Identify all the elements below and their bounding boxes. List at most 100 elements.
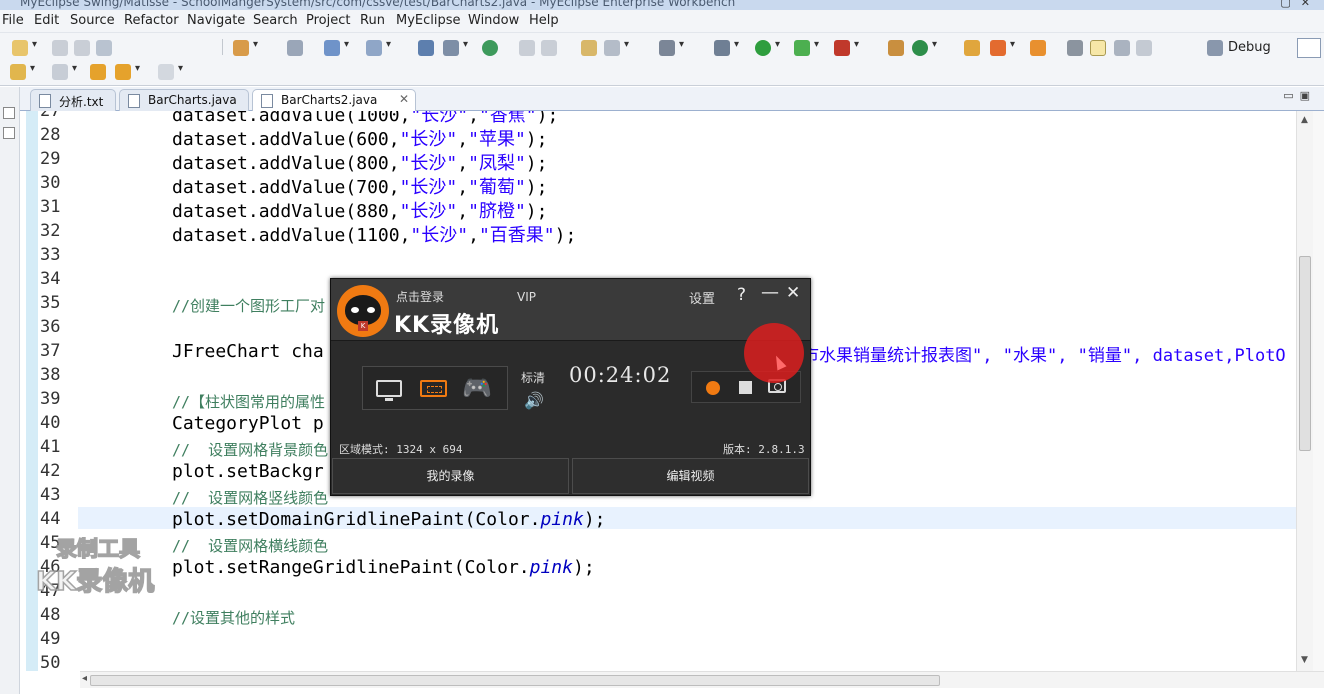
restore-icon[interactable] xyxy=(3,107,15,119)
code-line[interactable]: CategoryPlot p xyxy=(172,413,324,434)
vip-badge[interactable]: VIP xyxy=(517,290,536,304)
code-line[interactable]: dataset.addValue(700,"长沙","葡萄"); xyxy=(172,173,547,199)
code-line[interactable]: dataset.addValue(600,"长沙","苹果"); xyxy=(172,125,547,151)
code-line-tail[interactable]: 市水果销量统计报表图", "水果", "销量", dataset,PlotO xyxy=(802,341,1286,366)
new-icon[interactable] xyxy=(12,39,37,56)
code-comment[interactable]: //【柱状图常用的属性 xyxy=(172,391,325,412)
back-history-icon[interactable] xyxy=(519,40,535,56)
hscroll-thumb[interactable] xyxy=(90,675,940,686)
report-icon[interactable] xyxy=(581,40,597,56)
window-controls[interactable]: ▢✕ xyxy=(1280,0,1320,9)
db-icon[interactable] xyxy=(443,39,468,56)
snapshot-icon[interactable] xyxy=(659,39,684,56)
forward-history-icon[interactable] xyxy=(541,40,557,56)
help-icon[interactable]: ? xyxy=(737,285,746,305)
code-line[interactable]: dataset.addValue(880,"长沙","脐橙"); xyxy=(172,197,547,223)
external-tools-icon[interactable] xyxy=(834,39,859,56)
next-annotation-icon[interactable] xyxy=(10,63,35,80)
speaker-icon[interactable]: 🔊 xyxy=(524,391,544,410)
debug-perspective[interactable]: Debug xyxy=(1228,40,1271,55)
perspective-button[interactable] xyxy=(1297,38,1321,58)
scroll-up-icon[interactable]: ▲ xyxy=(1301,115,1308,125)
code-line[interactable]: plot.setRangeGridlinePaint(Color.pink); xyxy=(172,557,595,578)
open-type-icon[interactable] xyxy=(418,40,434,56)
login-link[interactable]: 点击登录 xyxy=(396,288,444,305)
tools-icon[interactable] xyxy=(1067,40,1083,56)
code-comment[interactable]: // 设置网格横线颜色 xyxy=(172,535,328,556)
fullscreen-mode-icon[interactable] xyxy=(376,380,402,401)
code-comment[interactable]: // 设置网格背景颜色 xyxy=(172,439,328,460)
menu-refactor[interactable]: Refactor xyxy=(124,13,179,28)
stop-icon[interactable] xyxy=(739,381,752,394)
show-whitespace-icon[interactable] xyxy=(1136,40,1152,56)
tab-barcharts-java[interactable]: BarCharts.java xyxy=(119,89,249,111)
link-icon[interactable] xyxy=(1030,40,1046,56)
print-icon[interactable] xyxy=(96,40,112,56)
server-icon[interactable] xyxy=(287,40,303,56)
package-icon[interactable] xyxy=(888,40,904,56)
scroll-down-icon[interactable]: ▼ xyxy=(1301,655,1308,665)
open-folder-icon[interactable] xyxy=(964,40,980,56)
code-line[interactable]: JFreeChart cha xyxy=(172,341,324,362)
search-icon[interactable] xyxy=(366,39,391,56)
tab-label: BarCharts2.java xyxy=(281,93,378,107)
package-explorer-icon[interactable] xyxy=(3,127,15,139)
save-icon[interactable] xyxy=(52,40,68,56)
code-line[interactable]: dataset.addValue(800,"长沙","凤梨"); xyxy=(172,149,547,175)
debug-icon[interactable] xyxy=(714,39,739,56)
gamepad-icon[interactable]: 🎮 xyxy=(462,376,492,400)
java-file-icon xyxy=(128,94,140,108)
menu-help[interactable]: Help xyxy=(529,13,559,28)
view-minmax-controls[interactable]: ▭▣ xyxy=(1283,89,1316,102)
code-line[interactable]: plot.setDomainGridlinePaint(Color.pink); xyxy=(172,509,606,530)
last-edit-icon[interactable] xyxy=(90,64,106,80)
edit-video-button[interactable]: 编辑视频 xyxy=(572,458,809,494)
deploy-icon[interactable] xyxy=(233,39,258,56)
menu-file[interactable]: File xyxy=(2,13,24,28)
forward-icon[interactable] xyxy=(158,63,183,80)
line-number: 49 xyxy=(40,629,61,649)
menu-myeclipse[interactable]: MyEclipse xyxy=(396,13,461,28)
open-perspective-icon[interactable] xyxy=(1207,40,1223,56)
settings-button[interactable]: 设置 xyxy=(689,288,715,307)
menu-source[interactable]: Source xyxy=(70,13,115,28)
prev-annotation-icon[interactable] xyxy=(52,63,77,80)
menu-run[interactable]: Run xyxy=(360,13,385,28)
highlight-icon[interactable] xyxy=(1090,40,1106,56)
scroll-thumb[interactable] xyxy=(1299,256,1311,451)
run-icon[interactable] xyxy=(755,39,780,56)
menu-edit[interactable]: Edit xyxy=(34,13,59,28)
close-tab-icon[interactable]: ✕ xyxy=(399,92,409,106)
horizontal-scrollbar[interactable]: ◂ xyxy=(80,671,1324,688)
close-icon[interactable]: ✕ xyxy=(786,283,800,303)
code-comment[interactable]: // 设置网格竖线颜色 xyxy=(172,487,328,508)
my-recordings-button[interactable]: 我的录像 xyxy=(332,458,569,494)
code-line[interactable]: plot.setBackgr xyxy=(172,461,324,482)
code-comment[interactable]: //设置其他的样式 xyxy=(172,607,295,628)
code-comment[interactable]: //创建一个图形工厂对 xyxy=(172,295,325,316)
chart-icon[interactable] xyxy=(604,39,629,56)
menu-project[interactable]: Project xyxy=(306,13,350,28)
refresh-icon[interactable] xyxy=(912,39,937,56)
toggle-block-icon[interactable] xyxy=(1114,40,1130,56)
scroll-left-icon[interactable]: ◂ xyxy=(82,673,87,684)
menu-search[interactable]: Search xyxy=(253,13,298,28)
tab-barcharts2-java[interactable]: BarCharts2.java ✕ xyxy=(252,89,416,111)
left-trim-bar xyxy=(0,87,20,694)
run-config-icon[interactable] xyxy=(794,39,819,56)
quality-selector[interactable]: 标清 xyxy=(521,369,545,386)
minimize-icon[interactable]: — xyxy=(761,282,779,303)
pin-icon[interactable] xyxy=(990,39,1015,56)
save-all-icon[interactable] xyxy=(74,40,90,56)
tab-label: 分析.txt xyxy=(59,95,104,109)
back-icon[interactable] xyxy=(115,63,140,80)
menu-window[interactable]: Window xyxy=(468,13,519,28)
vertical-scrollbar[interactable]: ▲ ▼ xyxy=(1296,111,1313,671)
menu-navigate[interactable]: Navigate xyxy=(187,13,245,28)
tab-analysis-txt[interactable]: 分析.txt xyxy=(30,89,116,111)
wizard-icon[interactable] xyxy=(324,39,349,56)
globe-icon[interactable] xyxy=(482,40,498,56)
code-line[interactable]: dataset.addValue(1100,"长沙","百香果"); xyxy=(172,221,576,247)
record-icon[interactable] xyxy=(706,381,720,395)
region-mode-icon[interactable] xyxy=(420,380,447,397)
